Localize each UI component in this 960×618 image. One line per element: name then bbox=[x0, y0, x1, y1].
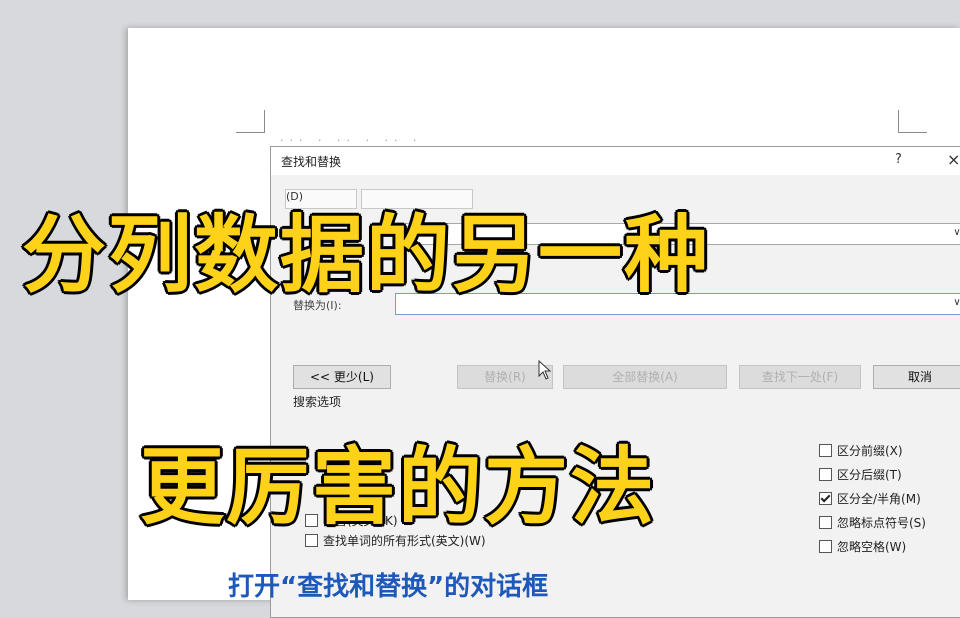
help-button[interactable]: ? bbox=[895, 152, 902, 167]
overlay-headline: 分列数据的另一种 bbox=[20, 205, 711, 306]
option-label: 区分后缀(T) bbox=[837, 468, 902, 482]
dialog-titlebar: 查找和替换 ? × bbox=[271, 147, 960, 175]
option-match-prefix[interactable]: 区分前缀(X) bbox=[819, 443, 903, 459]
mouse-cursor-icon bbox=[538, 360, 552, 380]
checkbox[interactable] bbox=[819, 468, 832, 481]
less-button[interactable]: << 更少(L) bbox=[293, 365, 391, 389]
option-label: 区分前缀(X) bbox=[837, 444, 903, 458]
dialog-title: 查找和替换 bbox=[281, 155, 342, 169]
checkbox[interactable] bbox=[819, 540, 832, 553]
cancel-button[interactable]: 取消 bbox=[873, 365, 960, 389]
find-next-button[interactable]: 查找下一处(F) bbox=[739, 365, 861, 389]
overlay-subheadline: 更厉害的方法 bbox=[138, 437, 657, 538]
chevron-down-icon[interactable]: ∨ bbox=[950, 296, 960, 310]
overlay-caption: 打开“查找和替换”的对话框 bbox=[228, 572, 549, 602]
option-label: 忽略空格(W) bbox=[837, 540, 907, 554]
search-options-label: 搜索选项 bbox=[293, 395, 342, 409]
checkbox[interactable] bbox=[819, 516, 832, 529]
option-label: 忽略标点符号(S) bbox=[837, 516, 926, 530]
replace-all-button[interactable]: 全部替换(A) bbox=[563, 365, 727, 389]
checkbox-checked[interactable] bbox=[819, 492, 832, 505]
option-ignore-whitespace[interactable]: 忽略空格(W) bbox=[819, 539, 906, 555]
close-button[interactable]: × bbox=[947, 150, 960, 169]
margin-corner-mark bbox=[898, 110, 927, 133]
checkbox[interactable] bbox=[819, 444, 832, 457]
option-ignore-punctuation[interactable]: 忽略标点符号(S) bbox=[819, 515, 926, 531]
option-match-suffix[interactable]: 区分后缀(T) bbox=[819, 467, 902, 483]
document-text-line: ··· · ·· · ·· · bbox=[280, 134, 423, 146]
option-label: 区分全/半角(M) bbox=[837, 492, 921, 506]
chevron-down-icon[interactable]: ∨ bbox=[950, 226, 960, 240]
option-match-width[interactable]: 区分全/半角(M) bbox=[819, 491, 921, 507]
margin-corner-mark bbox=[236, 110, 265, 133]
